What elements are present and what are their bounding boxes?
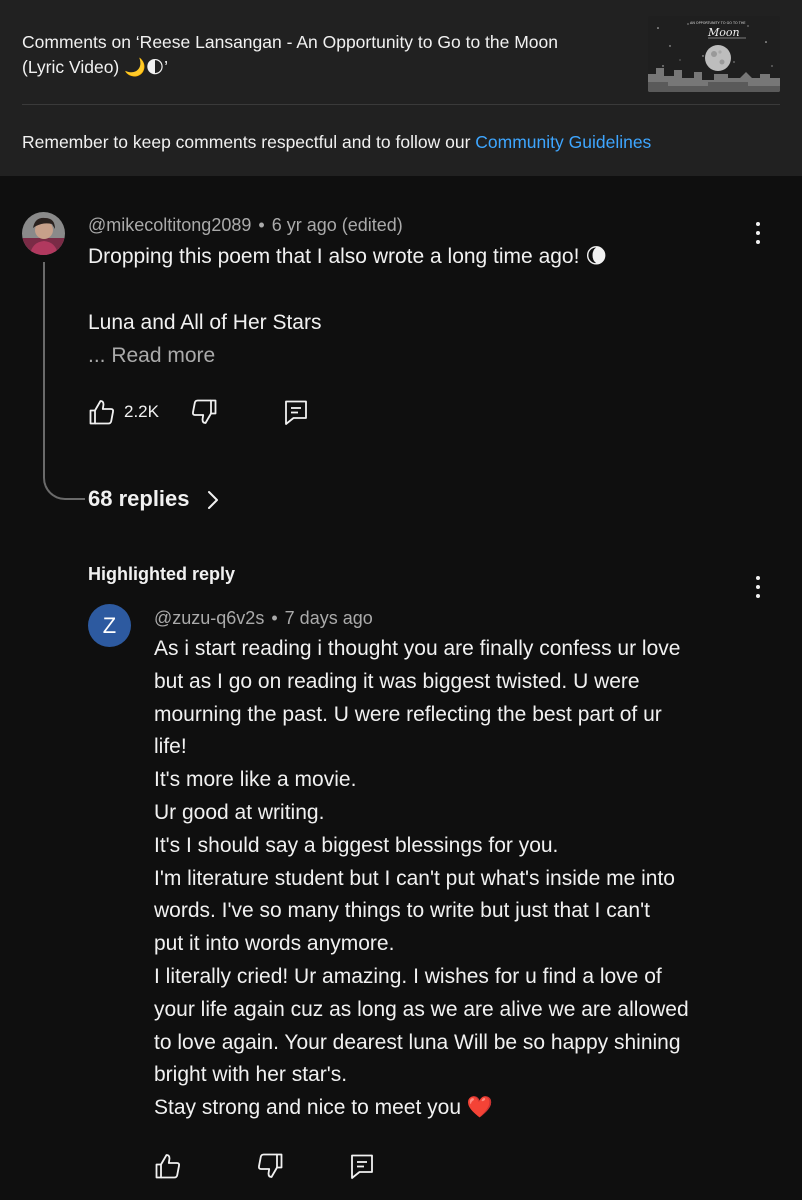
reply-icon[interactable] <box>282 398 310 426</box>
reply-time: 7 days ago <box>284 608 373 628</box>
reply-line: As i start reading i thought you are fin… <box>154 637 681 660</box>
reply-menu-button[interactable] <box>748 575 768 601</box>
reply-line: your life again cuz as long as we are al… <box>154 997 689 1021</box>
dislike-icon[interactable] <box>256 1152 284 1180</box>
reply-line: put it into words anymore. <box>154 932 395 956</box>
comments-header: Comments on ‘Reese Lansangan - An Opport… <box>0 0 802 176</box>
reply-line: mourning the past. U were reflecting the… <box>154 702 662 726</box>
reply-line: life! <box>154 735 187 759</box>
title-line-1: Comments on ‘Reese Lansangan - An Opport… <box>22 32 559 52</box>
reply-line: It's I should say a biggest blessings fo… <box>154 833 559 857</box>
header-divider <box>22 104 780 105</box>
video-thumbnail[interactable]: AN OPPORTUNITY TO GO TO THE Moon <box>648 16 780 92</box>
reply-line: I literally cried! Ur amazing. I wishes … <box>154 964 662 988</box>
reply-avatar[interactable]: Z <box>88 604 131 647</box>
chevron-right-icon[interactable] <box>204 488 222 512</box>
reply-line: Stay strong and nice to meet you ❤️ <box>154 1096 493 1120</box>
page-title: Comments on ‘Reese Lansangan - An Opport… <box>22 30 632 80</box>
reply-line: words. I've so many things to write but … <box>154 899 650 923</box>
reply-line: It's more like a movie. <box>154 768 357 792</box>
meta-separator: • <box>258 215 265 235</box>
dislike-icon[interactable] <box>190 398 218 426</box>
avatar[interactable] <box>22 212 65 255</box>
reply-line: I'm literature student but I can't put w… <box>154 866 675 890</box>
comment-text-line-1: Dropping this poem that I also wrote a l… <box>88 245 608 268</box>
reply-author[interactable]: @zuzu-q6v2s <box>154 608 264 628</box>
reply-line: to love again. Your dearest luna Will be… <box>154 1030 681 1054</box>
community-guidelines-link[interactable]: Community Guidelines <box>475 132 651 152</box>
comment-time: 6 yr ago (edited) <box>271 215 403 235</box>
meta-separator: • <box>271 608 278 628</box>
comment-author[interactable]: @mikecoltitong2089 <box>88 215 251 235</box>
svg-text:Moon: Moon <box>707 26 740 39</box>
view-replies-button[interactable]: 68 replies <box>88 484 190 514</box>
comment-menu-button[interactable] <box>748 221 768 247</box>
title-line-2: (Lyric Video) 🌙🌓’ <box>22 57 169 77</box>
comment-meta: @mikecoltitong2089 • 6 yr ago (edited) <box>88 213 403 237</box>
reply-line: bright with her star's. <box>154 1063 348 1087</box>
read-more-link[interactable]: ... Read more <box>88 341 215 371</box>
reply-icon[interactable] <box>348 1152 376 1180</box>
reply-line: Ur good at writing. <box>154 800 325 824</box>
comment-text-line-2: Luna and All of Her Stars <box>88 311 322 334</box>
reply-text: As i start reading i thought you are fin… <box>154 633 764 1125</box>
like-icon[interactable] <box>88 398 116 426</box>
svg-text:AN OPPORTUNITY TO GO TO THE: AN OPPORTUNITY TO GO TO THE <box>690 21 746 25</box>
highlighted-reply-label: Highlighted reply <box>88 564 236 584</box>
reply-line: but as I go on reading it was biggest tw… <box>154 669 640 693</box>
like-count: 2.2K <box>124 402 159 421</box>
reply-meta: @zuzu-q6v2s • 7 days ago <box>154 606 373 630</box>
guidelines-notice: Remember to keep comments respectful and… <box>22 130 651 154</box>
guidelines-text: Remember to keep comments respectful and… <box>22 132 476 152</box>
thread-connector <box>43 262 85 500</box>
like-icon[interactable] <box>154 1152 182 1180</box>
